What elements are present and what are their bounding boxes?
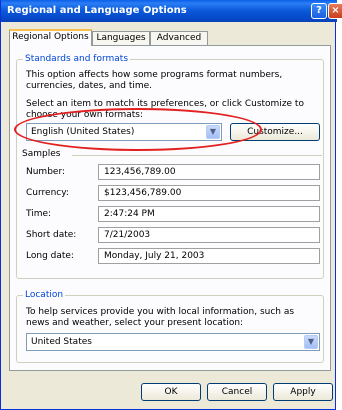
chevron-down-icon[interactable]: ▼	[206, 125, 220, 139]
sample-label: Number:	[26, 167, 66, 177]
sample-value: 123,456,789.00	[98, 164, 320, 180]
close-button[interactable]: ×	[328, 3, 342, 19]
apply-button[interactable]: Apply	[273, 383, 333, 401]
chevron-down-icon[interactable]: ▼	[304, 335, 318, 349]
window-title: Regional and Language Options	[7, 5, 187, 16]
location-group-title: Location	[23, 289, 66, 301]
title-bar[interactable]: Regional and Language Options ? ×	[1, 0, 342, 22]
close-icon: ×	[331, 5, 340, 16]
standards-description: This option affects how some programs fo…	[26, 70, 283, 91]
select-instruction: Select an item to match its preferences,…	[26, 99, 304, 120]
samples-label: Samples	[22, 149, 61, 159]
sample-value: $123,456,789.00	[98, 185, 320, 201]
ok-button[interactable]: OK	[141, 383, 201, 401]
help-button[interactable]: ?	[311, 3, 327, 19]
customize-button[interactable]: Customize...	[230, 123, 320, 141]
cancel-button[interactable]: Cancel	[207, 383, 267, 401]
tab-advanced[interactable]: Advanced	[150, 31, 208, 45]
sample-value: 7/21/2003	[98, 227, 320, 243]
sample-value: Monday, July 21, 2003	[98, 248, 320, 264]
tab-panel: Standards and formats This option affect…	[9, 45, 331, 371]
location-groupbox: Location	[16, 289, 324, 363]
location-select[interactable]: United States ▼	[26, 333, 320, 351]
tab-languages[interactable]: Languages	[92, 31, 150, 45]
sample-value: 2:47:24 PM	[98, 206, 320, 222]
sample-label: Time:	[26, 209, 52, 219]
dialog-window: Regional and Language Options ? × Region…	[0, 0, 342, 410]
help-icon: ?	[316, 5, 322, 16]
sample-label: Currency:	[26, 188, 69, 198]
location-description: To help services provide you with local …	[26, 307, 295, 328]
sample-label: Long date:	[26, 251, 74, 261]
location-select-value: United States	[31, 337, 92, 347]
sample-label: Short date:	[26, 230, 77, 240]
locale-select[interactable]: English (United States) ▼	[26, 123, 222, 141]
samples-divider	[72, 155, 322, 156]
locale-select-value: English (United States)	[31, 127, 135, 137]
tab-regional-options[interactable]: Regional Options	[9, 29, 92, 46]
standards-group-title: Standards and formats	[23, 53, 131, 65]
